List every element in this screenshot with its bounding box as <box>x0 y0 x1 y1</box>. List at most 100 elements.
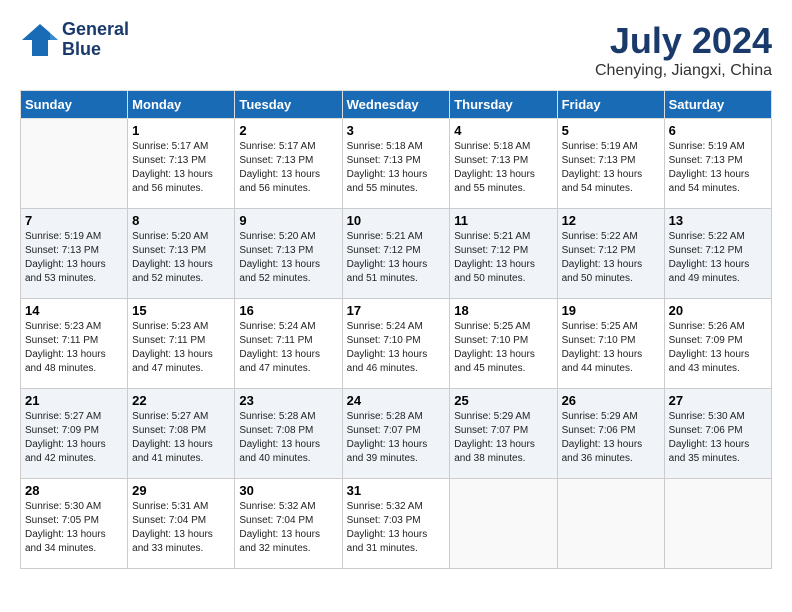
day-info: Sunrise: 5:32 AM Sunset: 7:03 PM Dayligh… <box>347 500 446 556</box>
day-number: 5 <box>562 123 660 138</box>
calendar-cell: 21Sunrise: 5:27 AM Sunset: 7:09 PM Dayli… <box>21 389 128 479</box>
day-number: 26 <box>562 393 660 408</box>
calendar-cell: 6Sunrise: 5:19 AM Sunset: 7:13 PM Daylig… <box>664 119 771 209</box>
weekday-header: Saturday <box>664 91 771 119</box>
logo-icon <box>20 22 60 58</box>
day-number: 21 <box>25 393 123 408</box>
day-number: 22 <box>132 393 230 408</box>
calendar-cell: 29 Sunrise: 5:31 AM Sunset: 7:04 PM Dayli… <box>128 479 235 569</box>
calendar-cell: 9Sunrise: 5:20 AM Sunset: 7:13 PM Daylig… <box>235 209 342 299</box>
day-info: Sunrise: 5:29 AM Sunset: 7:06 PM Dayligh… <box>562 410 660 466</box>
title-block: July 2024 Chenying, Jiangxi, China <box>595 20 772 80</box>
calendar-cell: 15 Sunrise: 5:23 AM Sunset: 7:11 PM Dayli… <box>128 299 235 389</box>
day-number: 20 <box>669 303 767 318</box>
day-info: Sunrise: 5:25 AM Sunset: 7:10 PM Dayligh… <box>562 320 660 376</box>
calendar-cell: 10 Sunrise: 5:21 AM Sunset: 7:12 PM Dayli… <box>342 209 450 299</box>
logo-line1: General <box>62 20 129 40</box>
calendar-cell: 3 Sunrise: 5:18 AM Sunset: 7:13 PM Daylig… <box>342 119 450 209</box>
calendar-cell: 28 Sunrise: 5:30 AM Sunset: 7:05 PM Dayli… <box>21 479 128 569</box>
day-number: 31 <box>347 483 446 498</box>
calendar-cell: 16 Sunrise: 5:24 AM Sunset: 7:11 PM Dayli… <box>235 299 342 389</box>
day-number: 29 <box>132 483 230 498</box>
logo-line2: Blue <box>62 40 129 60</box>
calendar-cell: 18 Sunrise: 5:25 AM Sunset: 7:10 PM Dayli… <box>450 299 557 389</box>
calendar-cell: 31 Sunrise: 5:32 AM Sunset: 7:03 PM Dayli… <box>342 479 450 569</box>
calendar-cell <box>450 479 557 569</box>
day-info: Sunrise: 5:30 AM Sunset: 7:05 PM Dayligh… <box>25 500 123 556</box>
weekday-header: Wednesday <box>342 91 450 119</box>
location: Chenying, Jiangxi, China <box>595 62 772 80</box>
weekday-header: Friday <box>557 91 664 119</box>
weekday-header: Thursday <box>450 91 557 119</box>
calendar-table: SundayMondayTuesdayWednesdayThursdayFrid… <box>20 90 772 569</box>
calendar-cell: 19 Sunrise: 5:25 AM Sunset: 7:10 PM Dayli… <box>557 299 664 389</box>
calendar-cell: 17Sunrise: 5:24 AM Sunset: 7:10 PM Dayli… <box>342 299 450 389</box>
day-number: 24 <box>347 393 446 408</box>
month-title: July 2024 <box>595 20 772 62</box>
day-number: 17 <box>347 303 446 318</box>
calendar-cell: 23Sunrise: 5:28 AM Sunset: 7:08 PM Dayli… <box>235 389 342 479</box>
logo: General Blue <box>20 20 129 60</box>
day-info: Sunrise: 5:28 AM Sunset: 7:08 PM Dayligh… <box>239 410 337 466</box>
day-info: Sunrise: 5:18 AM Sunset: 7:13 PM Dayligh… <box>347 140 446 196</box>
day-number: 6 <box>669 123 767 138</box>
calendar-cell: 11Sunrise: 5:21 AM Sunset: 7:12 PM Dayli… <box>450 209 557 299</box>
day-info: Sunrise: 5:19 AM Sunset: 7:13 PM Dayligh… <box>562 140 660 196</box>
day-info: Sunrise: 5:32 AM Sunset: 7:04 PM Dayligh… <box>239 500 337 556</box>
calendar-cell: 24 Sunrise: 5:28 AM Sunset: 7:07 PM Dayli… <box>342 389 450 479</box>
day-number: 12 <box>562 213 660 228</box>
day-number: 3 <box>347 123 446 138</box>
calendar-cell: 8Sunrise: 5:20 AM Sunset: 7:13 PM Daylig… <box>128 209 235 299</box>
calendar-cell <box>21 119 128 209</box>
calendar-cell: 20 Sunrise: 5:26 AM Sunset: 7:09 PM Dayli… <box>664 299 771 389</box>
weekday-header: Sunday <box>21 91 128 119</box>
day-number: 9 <box>239 213 337 228</box>
day-info: Sunrise: 5:29 AM Sunset: 7:07 PM Dayligh… <box>454 410 552 466</box>
day-number: 16 <box>239 303 337 318</box>
day-info: Sunrise: 5:31 AM Sunset: 7:04 PM Dayligh… <box>132 500 230 556</box>
day-info: Sunrise: 5:25 AM Sunset: 7:10 PM Dayligh… <box>454 320 552 376</box>
calendar-cell: 13Sunrise: 5:22 AM Sunset: 7:12 PM Dayli… <box>664 209 771 299</box>
day-info: Sunrise: 5:23 AM Sunset: 7:11 PM Dayligh… <box>25 320 123 376</box>
day-number: 7 <box>25 213 123 228</box>
calendar-cell: 30 Sunrise: 5:32 AM Sunset: 7:04 PM Dayli… <box>235 479 342 569</box>
day-number: 11 <box>454 213 552 228</box>
day-number: 10 <box>347 213 446 228</box>
calendar-cell: 1 Sunrise: 5:17 AM Sunset: 7:13 PM Daylig… <box>128 119 235 209</box>
day-info: Sunrise: 5:21 AM Sunset: 7:12 PM Dayligh… <box>347 230 446 286</box>
calendar-cell: 27 Sunrise: 5:30 AM Sunset: 7:06 PM Dayli… <box>664 389 771 479</box>
day-info: Sunrise: 5:28 AM Sunset: 7:07 PM Dayligh… <box>347 410 446 466</box>
day-number: 8 <box>132 213 230 228</box>
calendar-cell: 2Sunrise: 5:17 AM Sunset: 7:13 PM Daylig… <box>235 119 342 209</box>
day-info: Sunrise: 5:19 AM Sunset: 7:13 PM Dayligh… <box>25 230 123 286</box>
day-number: 19 <box>562 303 660 318</box>
day-number: 28 <box>25 483 123 498</box>
calendar-cell: 25 Sunrise: 5:29 AM Sunset: 7:07 PM Dayli… <box>450 389 557 479</box>
calendar-cell: 26 Sunrise: 5:29 AM Sunset: 7:06 PM Dayli… <box>557 389 664 479</box>
day-number: 30 <box>239 483 337 498</box>
day-number: 1 <box>132 123 230 138</box>
weekday-header: Monday <box>128 91 235 119</box>
day-info: Sunrise: 5:26 AM Sunset: 7:09 PM Dayligh… <box>669 320 767 376</box>
weekday-header: Tuesday <box>235 91 342 119</box>
calendar-cell: 14Sunrise: 5:23 AM Sunset: 7:11 PM Dayli… <box>21 299 128 389</box>
calendar-header: SundayMondayTuesdayWednesdayThursdayFrid… <box>21 91 772 119</box>
day-number: 13 <box>669 213 767 228</box>
page-header: General Blue July 2024 Chenying, Jiangxi… <box>20 20 772 80</box>
day-number: 2 <box>239 123 337 138</box>
day-info: Sunrise: 5:24 AM Sunset: 7:11 PM Dayligh… <box>239 320 337 376</box>
calendar-cell: 5 Sunrise: 5:19 AM Sunset: 7:13 PM Daylig… <box>557 119 664 209</box>
day-info: Sunrise: 5:22 AM Sunset: 7:12 PM Dayligh… <box>562 230 660 286</box>
day-number: 15 <box>132 303 230 318</box>
calendar-cell <box>557 479 664 569</box>
calendar-cell <box>664 479 771 569</box>
day-info: Sunrise: 5:17 AM Sunset: 7:13 PM Dayligh… <box>132 140 230 196</box>
day-number: 25 <box>454 393 552 408</box>
day-info: Sunrise: 5:30 AM Sunset: 7:06 PM Dayligh… <box>669 410 767 466</box>
day-number: 4 <box>454 123 552 138</box>
calendar-cell: 7 Sunrise: 5:19 AM Sunset: 7:13 PM Daylig… <box>21 209 128 299</box>
day-info: Sunrise: 5:23 AM Sunset: 7:11 PM Dayligh… <box>132 320 230 376</box>
calendar-cell: 4Sunrise: 5:18 AM Sunset: 7:13 PM Daylig… <box>450 119 557 209</box>
day-number: 18 <box>454 303 552 318</box>
day-number: 27 <box>669 393 767 408</box>
